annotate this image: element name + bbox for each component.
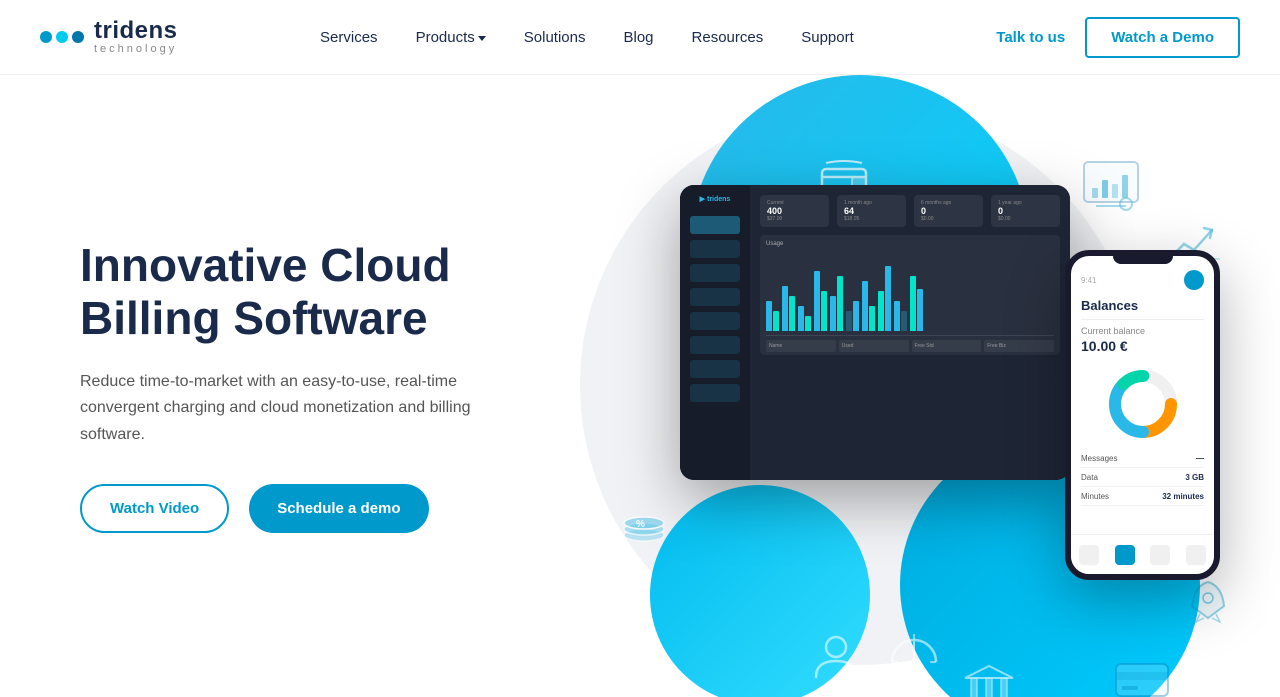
sidebar-item-7 — [690, 360, 740, 378]
phone-donut-chart — [1081, 364, 1204, 444]
header: tridens technology Services Products Sol… — [0, 0, 1280, 75]
svg-text:%: % — [636, 519, 645, 530]
hero-section: Innovative Cloud Billing Software Reduce… — [0, 75, 1280, 697]
tablet-content: Current 400 $37.00 1 month ago 64 $18.05… — [750, 185, 1070, 480]
tablet-stats-row: Current 400 $37.00 1 month ago 64 $18.05… — [760, 195, 1060, 227]
talk-to-us-link[interactable]: Talk to us — [996, 29, 1065, 46]
sidebar-item-2 — [690, 240, 740, 258]
phone-balance-value: 10.00 € — [1081, 338, 1204, 354]
sidebar-item-4 — [690, 288, 740, 306]
watch-demo-button[interactable]: Watch a Demo — [1085, 17, 1240, 58]
phone-notch — [1113, 256, 1173, 264]
logo-dot-1 — [40, 31, 52, 43]
schedule-demo-button[interactable]: Schedule a demo — [249, 484, 428, 533]
tablet-mockup: ▶ tridens Current 400 — [680, 185, 1070, 480]
phone-item-data: Data 3 GB — [1081, 473, 1204, 487]
phone-nav-home[interactable] — [1079, 545, 1099, 565]
phone-balances-title: Balances — [1081, 298, 1204, 313]
nav-actions: Talk to us Watch a Demo — [996, 17, 1240, 58]
logo-dot-2 — [56, 31, 68, 43]
nav-solutions[interactable]: Solutions — [510, 21, 600, 54]
phone-avatar — [1184, 270, 1204, 290]
analytics-icon — [1082, 160, 1140, 217]
phone-balance-label: Current balance — [1081, 326, 1204, 336]
logo-dots — [40, 31, 84, 43]
logo-sub: technology — [94, 44, 178, 55]
phone-items: Messages — Data 3 GB Minutes 32 minutes — [1081, 454, 1204, 506]
logo-dot-3 — [72, 31, 84, 43]
bank-icon — [963, 662, 1015, 697]
sidebar-item-6 — [690, 336, 740, 354]
chevron-down-icon — [478, 36, 486, 41]
credit-card-icon — [1114, 660, 1170, 697]
logo-text: tridens technology — [94, 19, 178, 55]
nav-services[interactable]: Services — [306, 21, 392, 54]
phone-nav-more[interactable] — [1186, 545, 1206, 565]
tablet-screen: ▶ tridens Current 400 — [680, 185, 1070, 480]
phone-nav-payment[interactable] — [1150, 545, 1170, 565]
hero-visual: % — [540, 75, 1280, 697]
hero-text: Innovative Cloud Billing Software Reduce… — [80, 239, 560, 533]
watch-video-button[interactable]: Watch Video — [80, 484, 229, 533]
divider — [1081, 319, 1204, 320]
tablet-sidebar: ▶ tridens — [680, 185, 750, 480]
stat-card-3: 6 months ago 0 $0.00 — [914, 195, 983, 227]
nav-support[interactable]: Support — [787, 21, 868, 54]
phone-bottom-nav — [1071, 534, 1214, 574]
sidebar-item-3 — [690, 264, 740, 282]
phone-mockup: 9:41 Balances Current balance 10.00 € — [1065, 250, 1220, 580]
chart-bars — [766, 251, 1054, 331]
sidebar-item-1 — [690, 216, 740, 234]
tablet-chart: Usage — [760, 235, 1060, 355]
percent-coins-icon: % — [618, 493, 670, 550]
stat-card-2: 1 month ago 64 $18.05 — [837, 195, 906, 227]
nav-blog[interactable]: Blog — [609, 21, 667, 54]
hero-buttons: Watch Video Schedule a demo — [80, 484, 560, 533]
rocket-icon — [1186, 578, 1230, 635]
person-icon — [812, 633, 860, 690]
nav-products[interactable]: Products — [402, 21, 500, 54]
nav-resources[interactable]: Resources — [678, 21, 778, 54]
stat-card-4: 1 year ago 0 $0.00 — [991, 195, 1060, 227]
phone-content: 9:41 Balances Current balance 10.00 € — [1071, 264, 1214, 512]
logo-name: tridens — [94, 19, 178, 43]
phone-item-minutes: Minutes 32 minutes — [1081, 492, 1204, 506]
logo[interactable]: tridens technology — [40, 19, 178, 55]
hero-description: Reduce time-to-market with an easy-to-us… — [80, 369, 500, 448]
phone-nav-balance[interactable] — [1115, 545, 1135, 565]
sidebar-item-5 — [690, 312, 740, 330]
sidebar-item-8 — [690, 384, 740, 402]
tablet-logo-text: ▶ tridens — [700, 195, 731, 203]
phone-item-messages: Messages — — [1081, 454, 1204, 468]
hero-title: Innovative Cloud Billing Software — [80, 239, 560, 345]
speedometer-icon — [888, 626, 940, 675]
phone-header: 9:41 — [1081, 270, 1204, 290]
main-nav: Services Products Solutions Blog Resourc… — [306, 21, 868, 54]
stat-card-1: Current 400 $37.00 — [760, 195, 829, 227]
